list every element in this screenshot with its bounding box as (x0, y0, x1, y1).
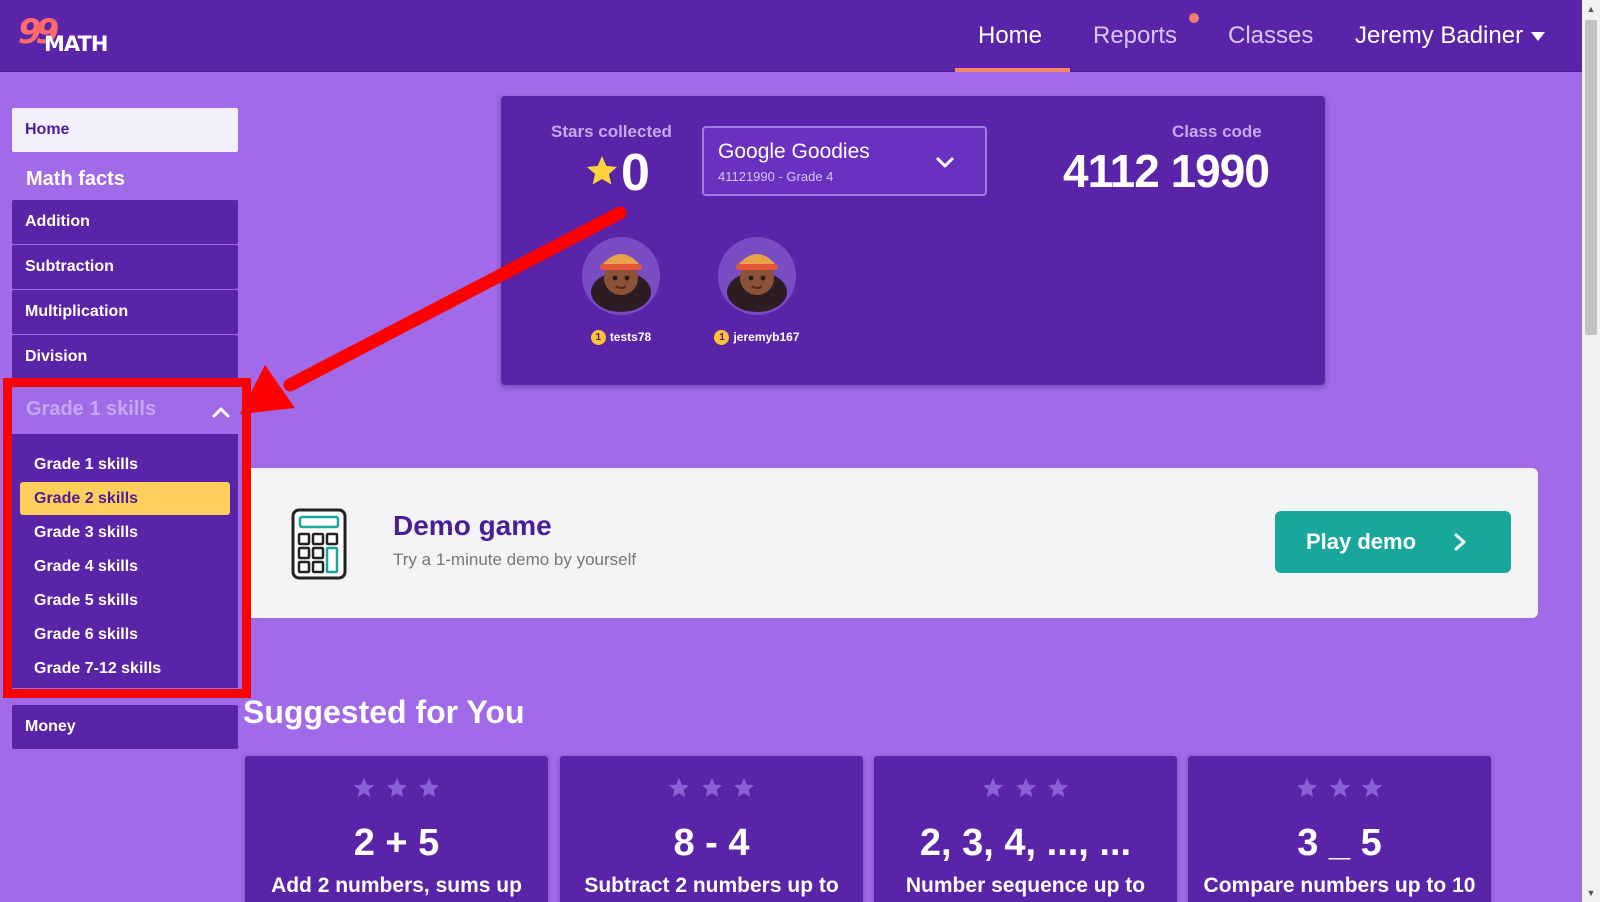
star-icon (354, 778, 375, 797)
sidebar-item-addition[interactable]: Addition (12, 200, 238, 244)
class-name: Google Goodies (718, 140, 870, 163)
chevron-right-icon (1454, 533, 1466, 551)
skill-description: Compare numbers up to 10 (1203, 874, 1476, 897)
suggested-section-title: Suggested for You (243, 694, 525, 730)
skill-description: Number sequence up to (905, 874, 1146, 897)
skill-description: Subtract 2 numbers up to (584, 874, 839, 897)
caret-down-icon (1531, 32, 1546, 42)
nav-active-indicator (955, 68, 1070, 72)
user-name: Jeremy Badiner (1355, 22, 1524, 49)
star-icon (733, 778, 754, 797)
skill-description: Add 2 numbers, sums up (271, 874, 522, 897)
rating-stars (245, 776, 548, 805)
star-icon (983, 778, 1004, 797)
nav-reports[interactable]: Reports (1093, 22, 1177, 50)
avatar (718, 237, 796, 315)
skill-expression: 3 _ 5 (1297, 822, 1382, 864)
sidebar-item-multiplication[interactable]: Multiplication (12, 290, 238, 334)
avatar (582, 237, 660, 315)
sidebar-item-home[interactable]: Home (12, 108, 238, 152)
star-icon (386, 778, 407, 797)
chevron-down-icon (936, 157, 954, 168)
star-icon (1297, 778, 1318, 797)
class-selector[interactable]: Google Goodies 41121990 - Grade 4 (702, 126, 987, 196)
scroll-up-arrow-icon[interactable]: ▲ (1586, 4, 1596, 14)
star-icon (418, 778, 439, 797)
sidebar-item-division[interactable]: Division (12, 335, 238, 379)
stars-collected-value: 0 (621, 144, 650, 202)
suggested-skill-card[interactable]: 2, 3, 4, ..., ... Number sequence up to (874, 756, 1177, 902)
suggested-skill-card[interactable]: 3 _ 5 Compare numbers up to 10 (1188, 756, 1491, 902)
suggested-skill-card[interactable]: 2 + 5 Add 2 numbers, sums up (245, 756, 548, 902)
star-icon (1361, 778, 1382, 797)
stars-collected-label: Stars collected (551, 122, 672, 141)
class-code-value: 4112 1990 (1063, 145, 1270, 197)
demo-game-title: Demo game (393, 510, 552, 541)
user-menu[interactable]: Jeremy Badiner (1355, 22, 1546, 50)
notification-dot (1189, 13, 1199, 23)
demo-game-subtitle: Try a 1-minute demo by yourself (393, 550, 637, 569)
app-logo[interactable]: 99 MATH (16, 10, 108, 60)
student-card[interactable]: 1 jeremyb167 (707, 236, 807, 346)
star-icon (1047, 778, 1068, 797)
student-name: jeremyb167 (733, 330, 800, 344)
calculator-icon (291, 508, 347, 580)
suggested-skill-card[interactable]: 8 - 4 Subtract 2 numbers up to (560, 756, 863, 902)
student-name: tests78 (609, 330, 652, 344)
skill-expression: 8 - 4 (673, 822, 750, 864)
skill-expression: 2 + 5 (353, 822, 440, 864)
annotation-highlight-box (3, 378, 251, 698)
play-demo-label: Play demo (1306, 529, 1417, 554)
logo-text: MATH (44, 32, 108, 56)
star-icon (1329, 778, 1350, 797)
class-subtitle: 41121990 - Grade 4 (718, 169, 834, 184)
star-icon (587, 156, 617, 185)
star-icon (1015, 778, 1036, 797)
star-icon (669, 778, 690, 797)
top-nav-bar: 99 MATH Home Reports Classes Jeremy Badi… (0, 0, 1582, 72)
rating-stars (874, 776, 1177, 805)
class-code-label: Class code (1172, 122, 1262, 141)
rating-stars (1188, 776, 1491, 805)
nav-home[interactable]: Home (978, 22, 1042, 50)
nav-classes[interactable]: Classes (1228, 22, 1313, 50)
star-icon (701, 778, 722, 797)
scroll-down-arrow-icon[interactable]: ▼ (1586, 888, 1596, 898)
sidebar-item-money[interactable]: Money (12, 705, 238, 749)
coin-badge: 1 (590, 330, 606, 346)
scrollbar-thumb[interactable] (1585, 20, 1597, 335)
rating-stars (560, 776, 863, 805)
student-card[interactable]: 1 tests78 (571, 236, 671, 346)
sidebar-item-subtraction[interactable]: Subtraction (12, 245, 238, 289)
skill-expression: 2, 3, 4, ..., ... (919, 822, 1132, 864)
play-demo-button[interactable]: Play demo (1275, 511, 1511, 573)
sidebar-section-title: Math facts (26, 168, 125, 190)
coin-badge: 1 (714, 330, 730, 346)
